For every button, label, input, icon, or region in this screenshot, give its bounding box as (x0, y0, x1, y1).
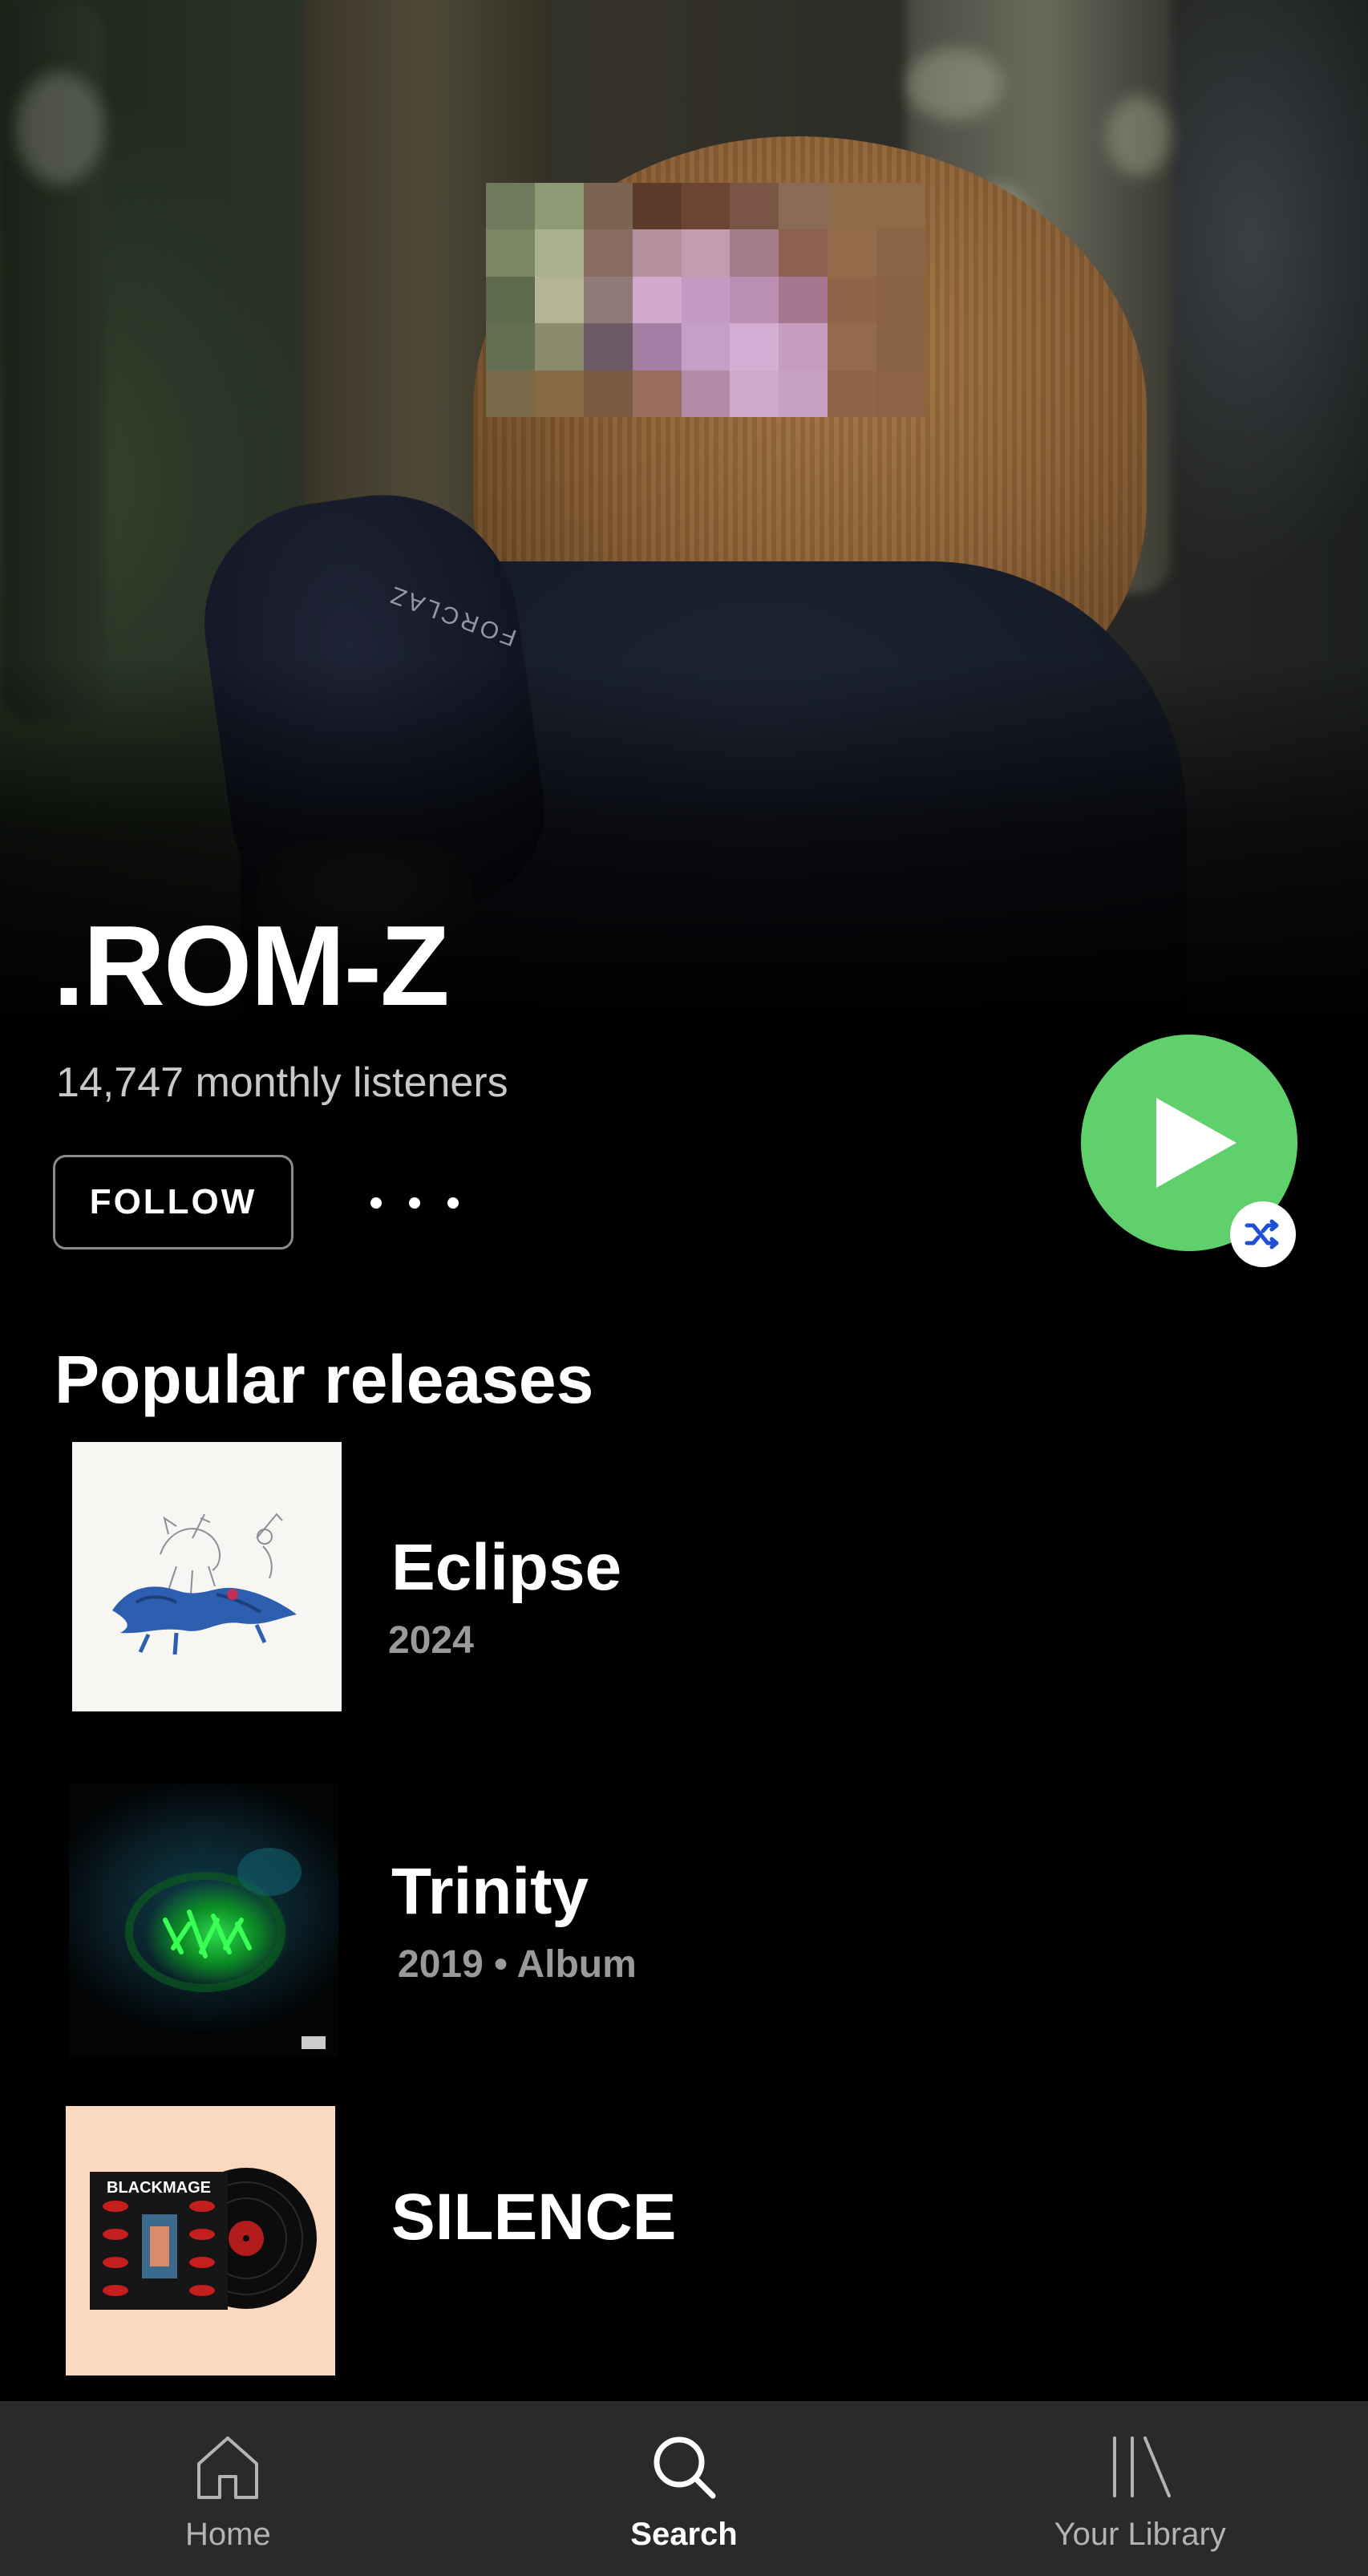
lichen-spot (16, 72, 104, 184)
release-cover-silence: BLACKMAGE (66, 2106, 335, 2376)
shuffle-icon (1245, 1219, 1279, 1250)
nav-label-search: Search (630, 2517, 738, 2552)
more-dot-icon (409, 1197, 420, 1209)
pixelated-face (486, 183, 925, 417)
release-title: Trinity (391, 1855, 589, 1928)
nav-label-home: Home (184, 2517, 271, 2552)
more-dot-icon (370, 1197, 382, 1209)
more-dot-icon (447, 1197, 459, 1209)
release-cover-trinity (69, 1784, 338, 2058)
release-item-eclipse[interactable]: Eclipse 2024 (0, 1442, 1368, 1711)
release-subtitle: 2024 (388, 1619, 474, 1662)
nav-item-search[interactable]: Search (456, 2401, 913, 2576)
follow-button[interactable]: FOLLOW (53, 1155, 293, 1250)
release-item-silence[interactable]: BLACKMAGE SILENCE (0, 2106, 1368, 2376)
nav-item-home[interactable]: Home (0, 2401, 456, 2576)
play-icon (1156, 1098, 1236, 1188)
library-icon (1112, 2436, 1171, 2497)
release-title: SILENCE (391, 2181, 677, 2254)
search-icon (654, 2436, 716, 2499)
cover-text-blackmage: BLACKMAGE (107, 2179, 211, 2197)
silence-artwork: BLACKMAGE (90, 2168, 317, 2310)
dragon-artwork (112, 1513, 297, 1655)
release-subtitle: 2019 • Album (398, 1943, 637, 1986)
bottom-navigation: Home Search Your Library (0, 2401, 1368, 2576)
shuffle-button[interactable] (1230, 1201, 1296, 1267)
popular-releases-heading: Popular releases (55, 1342, 594, 1417)
release-title: Eclipse (391, 1531, 622, 1604)
nav-label-your-library: Your Library (1054, 2517, 1226, 2552)
release-item-trinity[interactable]: Trinity 2019 • Album (0, 1784, 1368, 2058)
more-options-button[interactable] (370, 1181, 459, 1225)
trinity-artwork (125, 1848, 326, 2049)
artist-hero-image: FORCLAZ (0, 0, 1368, 1035)
home-icon (197, 2436, 259, 2499)
monthly-listeners: 14,747 monthly listeners (56, 1059, 508, 1106)
lichen-spot (1107, 96, 1171, 176)
lichen-spot (906, 48, 1002, 120)
nav-item-your-library[interactable]: Your Library (912, 2401, 1368, 2576)
artist-name: .ROM-Z (53, 902, 450, 1030)
release-cover-eclipse (72, 1442, 342, 1711)
